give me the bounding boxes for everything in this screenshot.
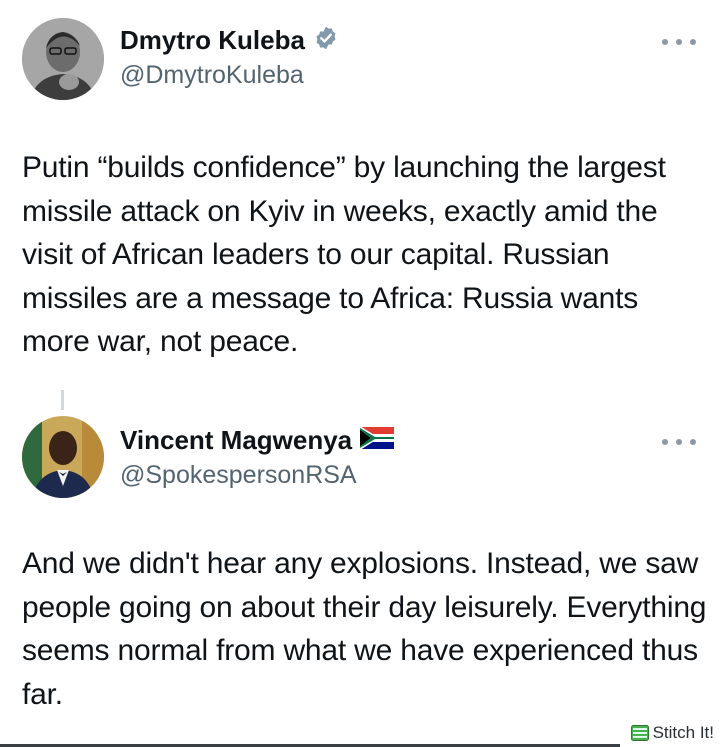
tweet-text: Putin “builds confidence” by launching t…: [22, 151, 666, 358]
stitch-watermark: Stitch It!: [630, 723, 714, 743]
south-africa-flag-icon: [360, 425, 395, 454]
handle[interactable]: @SpokespersonRSA: [120, 460, 357, 490]
avatar[interactable]: [22, 416, 104, 498]
avatar-photo: [22, 18, 104, 100]
more-options-icon[interactable]: [662, 436, 696, 448]
tweet-text: And we didn't hear any explosions. Inste…: [22, 547, 707, 711]
thread-connector: [61, 390, 64, 410]
avatar[interactable]: [22, 18, 104, 100]
verified-badge-icon: [313, 25, 339, 56]
more-options-icon[interactable]: [662, 36, 696, 48]
stitch-label: Stitch It!: [652, 723, 714, 742]
display-name[interactable]: Dmytro Kuleba: [120, 24, 305, 56]
handle[interactable]: @DmytroKuleba: [120, 60, 304, 90]
tweet-kuleba: Dmytro Kuleba @DmytroKuleba Putin “build…: [0, 0, 720, 390]
tweet-magwenya: Vincent Magwenya @SpokespersonRSA And we…: [0, 410, 720, 740]
display-name[interactable]: Vincent Magwenya: [120, 424, 352, 456]
avatar-photo: [22, 416, 104, 498]
stitch-app-icon: [630, 725, 649, 741]
